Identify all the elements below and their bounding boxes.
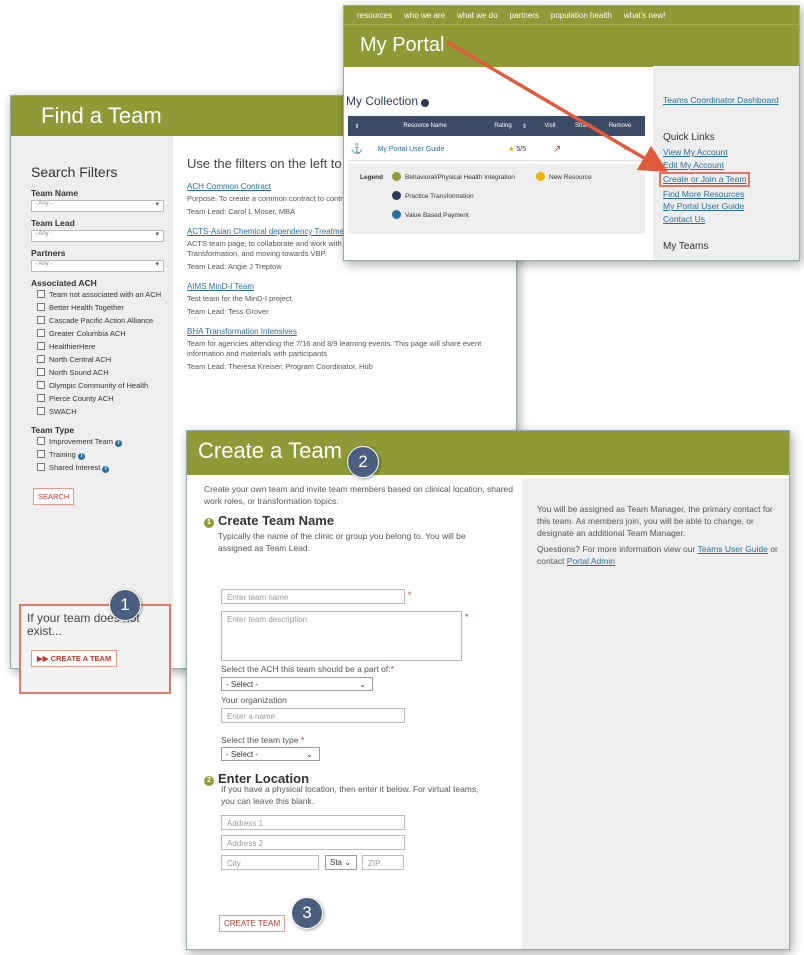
step-badge-2: 2 <box>347 446 379 478</box>
annotation-arrow <box>446 40 669 173</box>
annotation-arrow-layer <box>446 40 669 173</box>
step-badge-3: 3 <box>291 897 323 929</box>
step-badge-1: 1 <box>109 589 141 621</box>
